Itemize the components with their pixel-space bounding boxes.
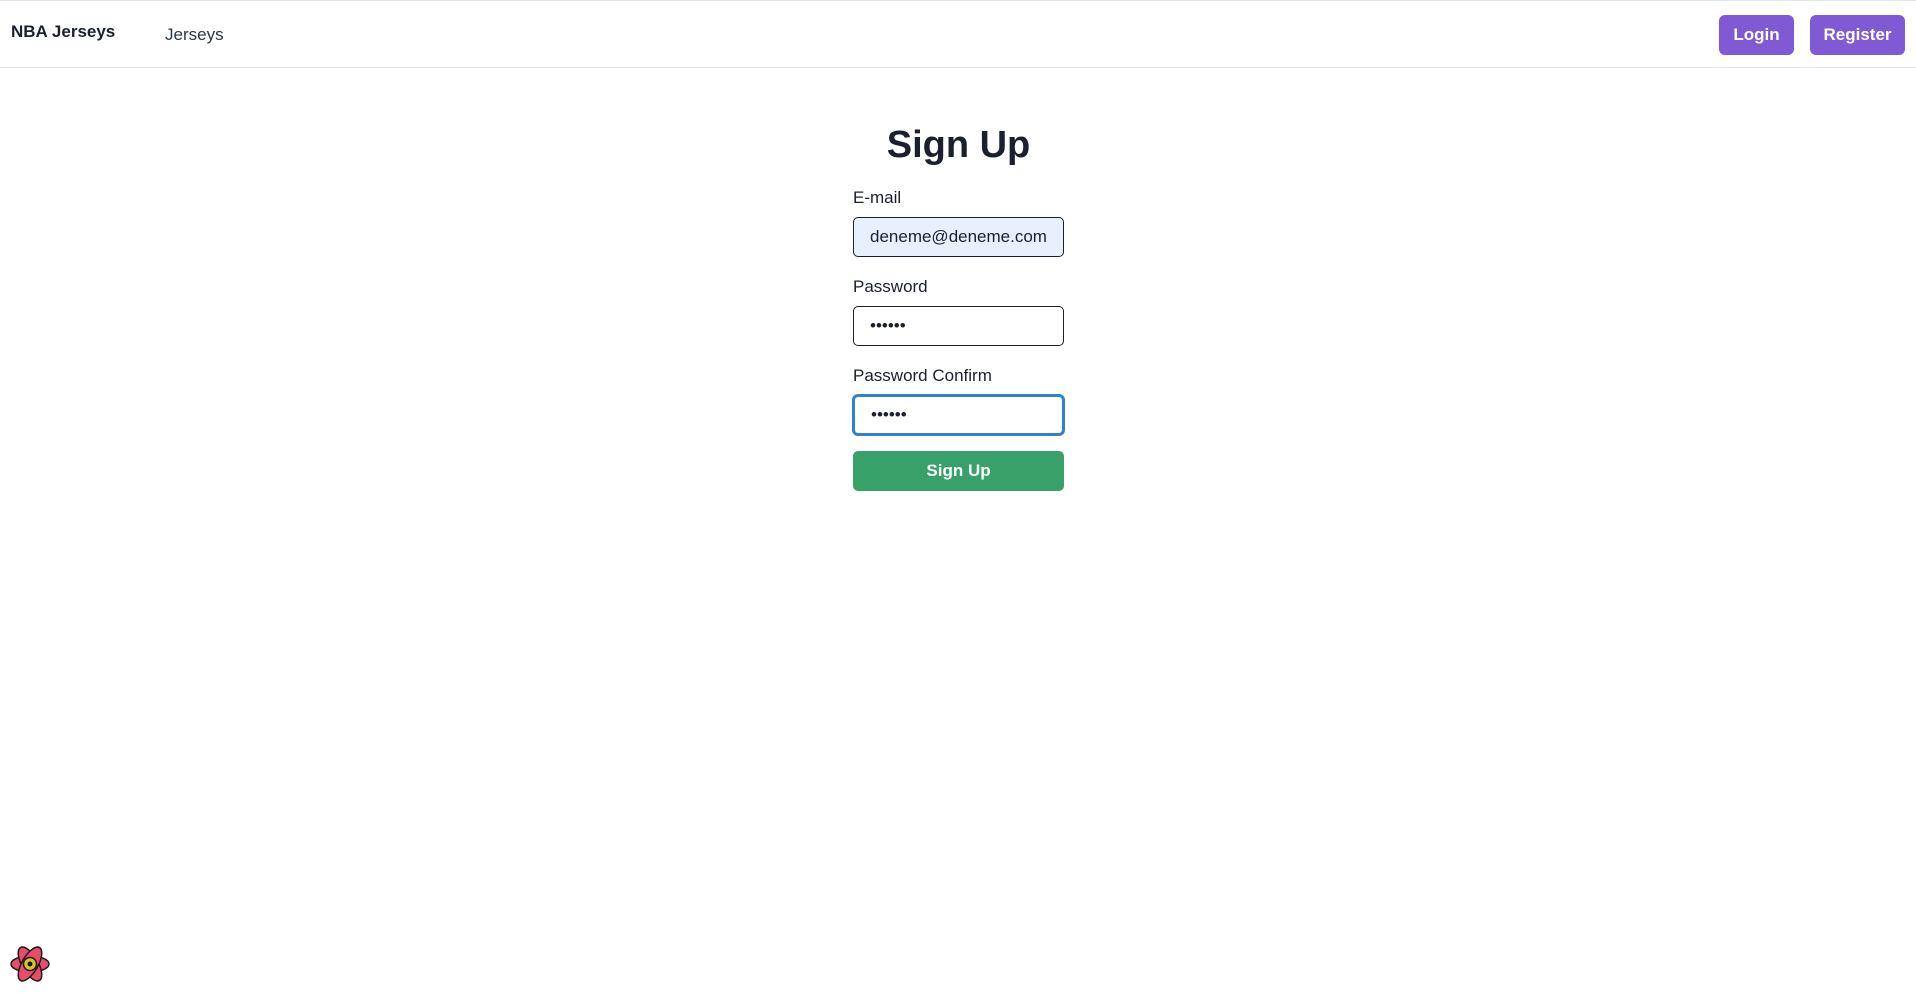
password-confirm-label: Password Confirm xyxy=(853,366,992,385)
navbar: NBA Jerseys Jerseys Login Register xyxy=(0,0,1916,68)
register-button[interactable]: Register xyxy=(1810,15,1905,55)
signup-form: Sign Up E-mail Password Password Confirm… xyxy=(853,110,1064,491)
signup-submit-button[interactable]: Sign Up xyxy=(853,451,1064,491)
password-confirm-group: Password Confirm xyxy=(853,366,1064,435)
email-group: E-mail xyxy=(853,188,1064,257)
email-field[interactable] xyxy=(853,217,1064,257)
password-group: Password xyxy=(853,277,1064,346)
email-label: E-mail xyxy=(853,188,902,207)
page-title: Sign Up xyxy=(886,124,1031,166)
password-label: Password xyxy=(853,277,928,296)
login-button[interactable]: Login xyxy=(1719,15,1794,55)
nav-link-jerseys[interactable]: Jerseys xyxy=(165,25,224,45)
brand-title[interactable]: NBA Jerseys xyxy=(11,22,115,42)
react-devtools-icon[interactable] xyxy=(8,942,52,986)
password-confirm-field[interactable] xyxy=(853,395,1064,435)
password-field[interactable] xyxy=(853,306,1064,346)
